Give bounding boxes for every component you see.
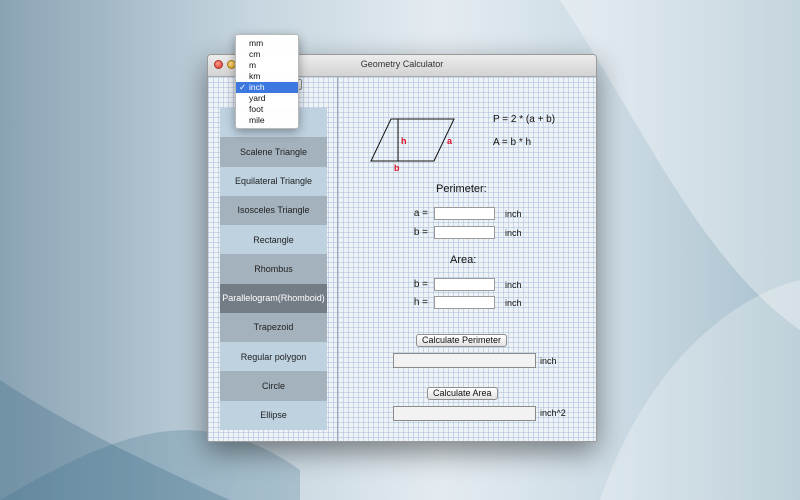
perimeter-a-label: a =: [413, 208, 428, 219]
panel-divider: [337, 77, 338, 441]
shape-item[interactable]: Scalene Triangle: [220, 137, 327, 167]
parallelogram-shape: [370, 118, 455, 162]
area-h-input[interactable]: [434, 296, 495, 309]
unit-option-label: m: [249, 60, 257, 70]
area-section-title: Area:: [450, 254, 477, 266]
shape-item[interactable]: Rectangle: [220, 225, 327, 255]
window-content: Scalene Triangle Equilateral Triangle Isos…: [208, 77, 596, 441]
perimeter-a-input[interactable]: [434, 207, 495, 220]
perimeter-b-label: b =: [413, 227, 428, 238]
perimeter-a-unit: inch: [505, 209, 522, 219]
perimeter-b-input[interactable]: [434, 226, 495, 239]
calculate-perimeter-button[interactable]: Calculate Perimeter: [416, 334, 508, 347]
unit-option-label: km: [249, 71, 261, 81]
unit-option-foot[interactable]: foot: [236, 104, 298, 115]
shape-item[interactable]: Ellipse: [220, 400, 327, 430]
diagram-label-a: a: [447, 136, 453, 146]
calculate-area-button[interactable]: Calculate Area: [427, 387, 498, 400]
unit-option-m[interactable]: m: [236, 60, 298, 71]
shape-item[interactable]: Isosceles Triangle: [220, 195, 327, 226]
area-b-unit: inch: [505, 280, 522, 290]
perimeter-formula: P = 2 * (a + b): [493, 114, 556, 125]
perimeter-section-title: Perimeter:: [436, 183, 487, 195]
shape-item[interactable]: Regular polygon: [220, 342, 327, 372]
area-result-field: [393, 406, 536, 421]
area-h-unit: inch: [505, 298, 522, 308]
shape-item[interactable]: Parallelogram(Rhomboid): [220, 283, 327, 313]
area-result-unit: inch^2: [540, 408, 566, 418]
parallelogram-diagram: h a b: [370, 118, 455, 173]
perimeter-result-unit: inch: [540, 356, 557, 366]
unit-option-cm[interactable]: cm: [236, 49, 298, 60]
unit-option-label: cm: [249, 49, 261, 59]
unit-option-mile[interactable]: mile: [236, 115, 298, 126]
unit-option-label: yard: [249, 93, 266, 103]
unit-option-inch[interactable]: ✓ inch: [236, 82, 298, 93]
checkmark-icon: ✓: [239, 82, 247, 92]
area-b-input[interactable]: [434, 278, 495, 291]
shape-item[interactable]: Circle: [220, 371, 327, 401]
diagram-label-b: b: [394, 163, 400, 173]
unit-option-label: mm: [249, 38, 264, 48]
unit-option-label: mile: [249, 115, 265, 125]
unit-option-km[interactable]: km: [236, 71, 298, 82]
unit-option-mm[interactable]: mm: [236, 38, 298, 49]
shape-item[interactable]: Rhombus: [220, 254, 327, 284]
diagram-label-h: h: [401, 136, 407, 146]
unit-option-label: foot: [249, 104, 264, 114]
shape-list: Scalene Triangle Equilateral Triangle Isos…: [220, 108, 327, 430]
shape-item[interactable]: Equilateral Triangle: [220, 166, 327, 196]
shape-item[interactable]: Trapezoid: [220, 312, 327, 343]
perimeter-result-field: [393, 353, 536, 368]
unit-dropdown-menu: mm cm m km ✓ inch yard foot mile: [235, 34, 299, 129]
area-formula: A = b * h: [493, 137, 532, 148]
unit-option-yard[interactable]: yard: [236, 93, 298, 104]
perimeter-b-unit: inch: [505, 228, 522, 238]
area-h-label: h =: [413, 297, 428, 308]
unit-option-label: inch: [249, 82, 265, 92]
area-b-label: b =: [413, 279, 428, 290]
